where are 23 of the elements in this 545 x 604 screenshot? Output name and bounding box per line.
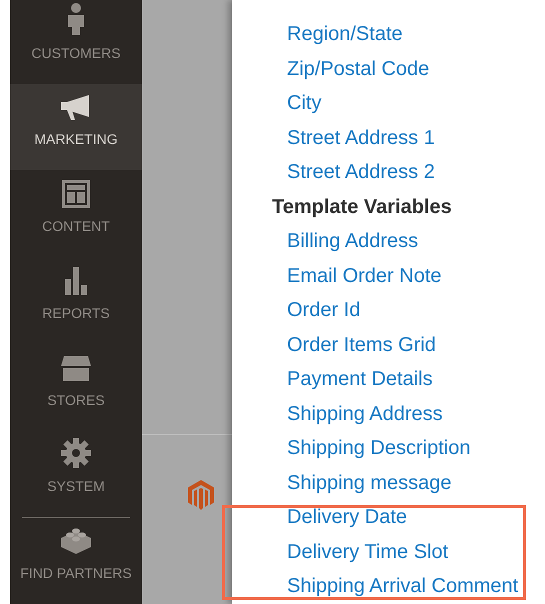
variable-link[interactable]: Email Order Note [287,258,442,293]
variable-link[interactable]: Shipping Arrival Comment [287,569,518,604]
variable-link[interactable]: Region/State [287,17,403,52]
variable-link[interactable]: Payment Details [287,362,433,396]
storefront-icon [60,354,92,382]
variable-link[interactable]: Delivery Time Slot [287,534,448,569]
variable-link[interactable]: Street Address 2 [287,155,435,190]
variable-link[interactable]: Order Items Grid [287,328,436,362]
variable-link[interactable]: Delivery Date [287,500,408,534]
layout-icon [62,180,90,208]
variable-link[interactable]: Street Address 1 [287,120,435,155]
section-heading: Template Variables [271,194,453,220]
variable-link[interactable]: Shipping message [287,466,452,500]
gear-icon [61,438,91,468]
variable-link[interactable]: City [287,86,322,120]
logo-icon [188,480,214,510]
variable-link[interactable]: Billing Address [287,224,418,258]
bar-chart-icon [64,264,88,295]
variable-link[interactable]: Shipping Description [287,431,470,466]
variable-link[interactable]: Shipping Address [287,396,443,431]
variable-link[interactable]: Order Id [287,293,360,328]
variable-link[interactable]: Zip/Postal Code [287,52,430,86]
sidebar-item[interactable]: MARKETING [10,84,142,170]
